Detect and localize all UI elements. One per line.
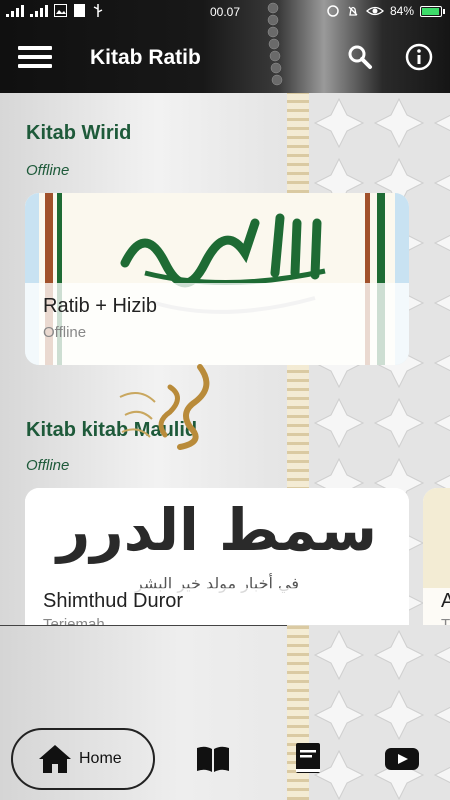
nav-home-button[interactable]: Home bbox=[11, 728, 155, 790]
card-subtitle: T bbox=[441, 616, 450, 625]
app-bar: Kitab Ratib bbox=[0, 24, 450, 93]
section-subtitle-wirid: Offline bbox=[26, 162, 70, 179]
section-title-wirid: Kitab Wirid bbox=[26, 122, 132, 144]
sync-icon bbox=[327, 5, 339, 17]
info-icon[interactable] bbox=[405, 43, 433, 71]
card-subtitle: Terjemah bbox=[43, 616, 105, 625]
battery-icon bbox=[420, 5, 445, 17]
section-subtitle-maulid: Offline bbox=[26, 457, 70, 474]
shimthud-arabic-title: سمط الدرر bbox=[56, 496, 378, 564]
menu-icon[interactable] bbox=[18, 46, 52, 70]
card-subtitle: Offline bbox=[43, 324, 87, 341]
bottom-navigation: Home bbox=[0, 718, 450, 800]
book-icon[interactable] bbox=[290, 742, 326, 776]
nav-home-label: Home bbox=[79, 750, 122, 767]
card-title: Ratib + Hizib bbox=[43, 295, 157, 317]
card-title: A bbox=[441, 590, 450, 612]
battery-percent: 84% bbox=[389, 4, 414, 18]
status-right-icons: 84% bbox=[326, 4, 445, 18]
eye-icon bbox=[365, 6, 384, 16]
youtube-icon[interactable] bbox=[384, 742, 420, 776]
status-bar: 00.07 84% bbox=[0, 0, 450, 24]
search-icon[interactable] bbox=[347, 44, 373, 70]
app-header: 00.07 84% Kitab Ratib bbox=[0, 0, 450, 93]
card-title: Shimthud Duror bbox=[43, 590, 184, 612]
home-icon bbox=[39, 745, 71, 773]
app-title: Kitab Ratib bbox=[90, 46, 201, 69]
card-ratib-hizib[interactable]: Ratib + Hizib Offline bbox=[25, 193, 409, 365]
book-open-icon[interactable] bbox=[195, 742, 231, 776]
card-shimthud-duror[interactable]: سمط الدرر في أخبار مولد خير البشر Shimth… bbox=[25, 488, 409, 625]
mute-icon bbox=[348, 6, 358, 16]
muhammad-calligraphy-decoration bbox=[119, 364, 210, 450]
card-partial-next[interactable]: A T bbox=[423, 488, 450, 625]
